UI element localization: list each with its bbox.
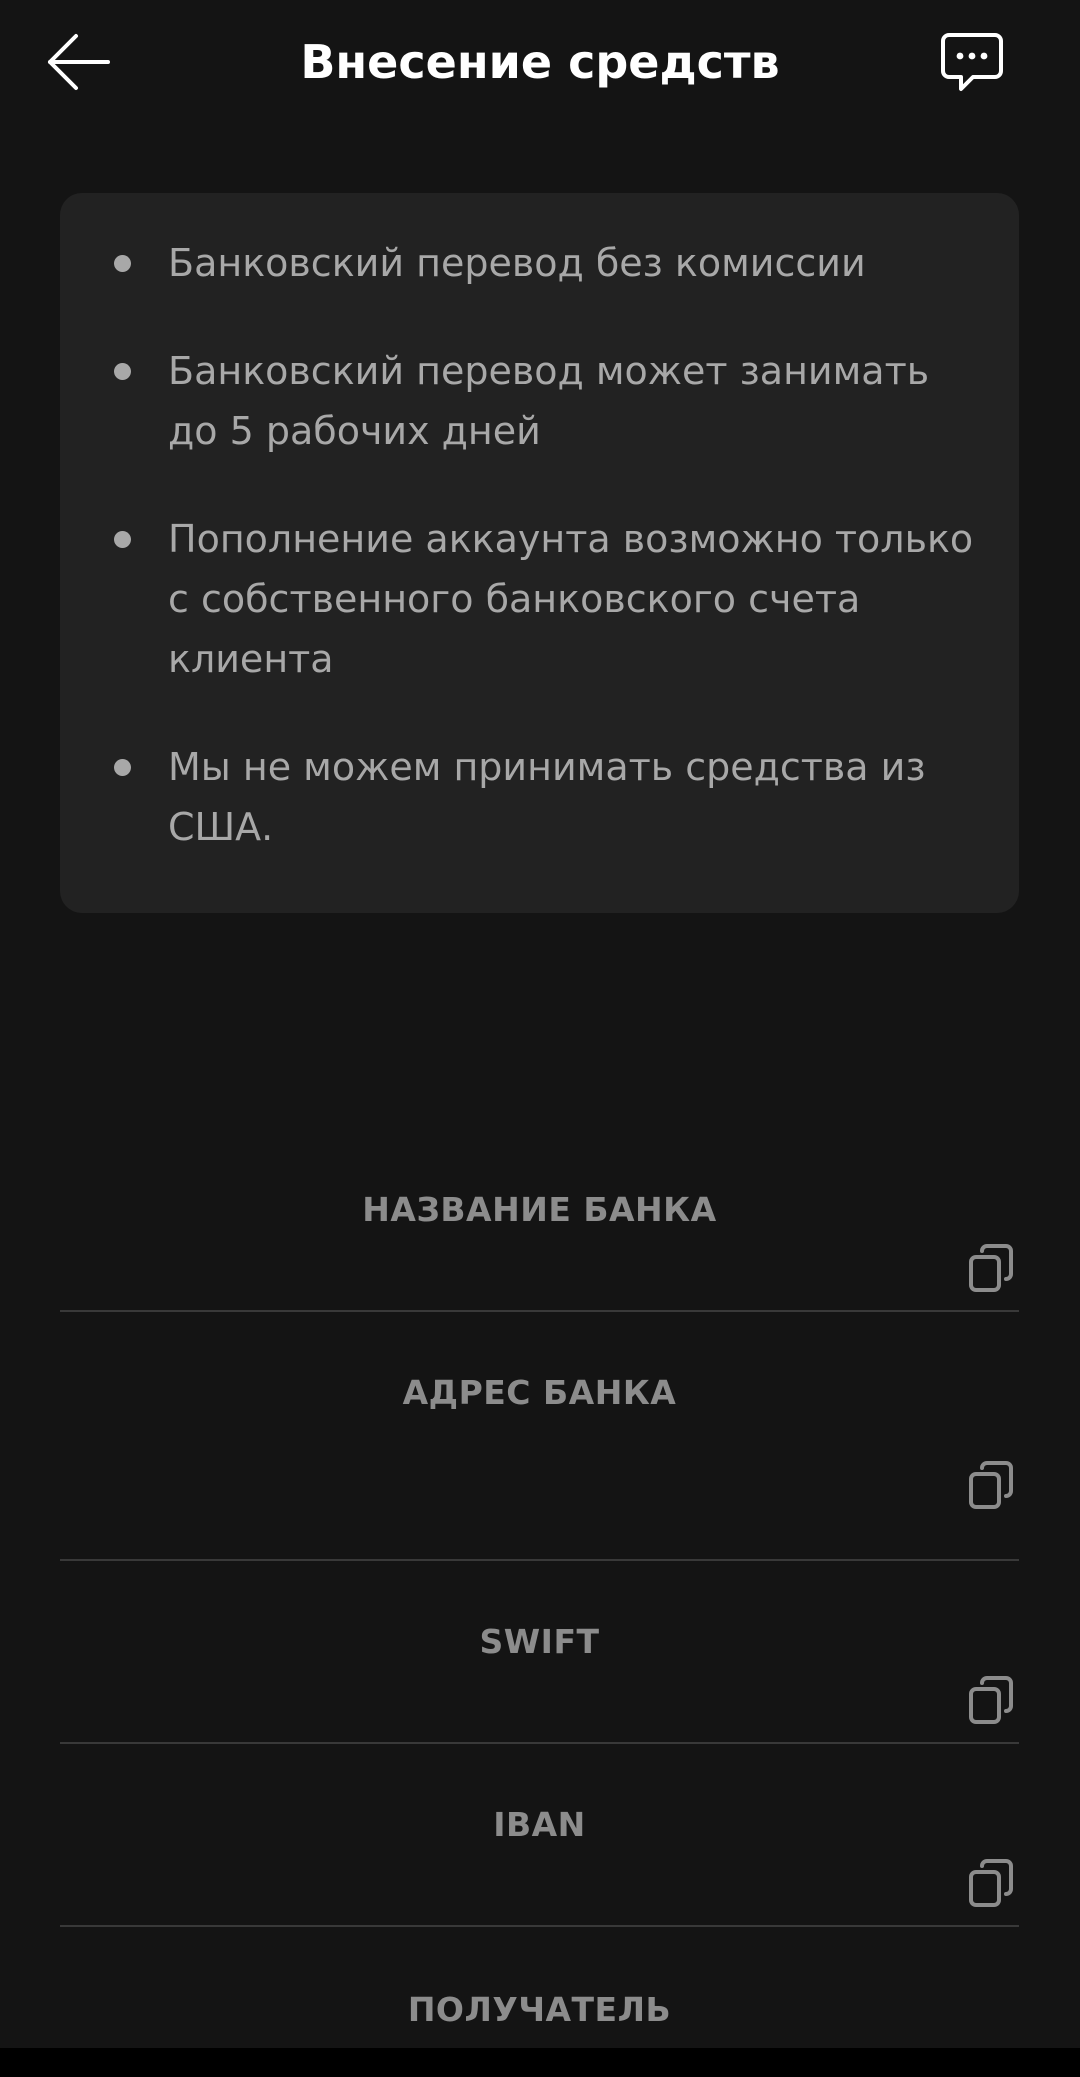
copy-bank-address-button[interactable] (963, 1457, 1019, 1513)
app-header: Внесение средств (0, 0, 1080, 124)
copy-iban-button[interactable] (963, 1855, 1019, 1911)
info-item-text: Банковский перевод может занимать до 5 р… (168, 349, 930, 453)
copy-icon (969, 1859, 1013, 1907)
info-item: Мы не можем принимать средства из США. (60, 737, 1019, 857)
info-card: Банковский перевод без комиссии Банковск… (60, 193, 1019, 913)
info-item: Банковский перевод может занимать до 5 р… (60, 341, 1019, 461)
bullet-dot (114, 255, 131, 272)
field-label-recipient: ПОЛУЧАТЕЛЬ (407, 1990, 672, 2029)
copy-bank-name-button[interactable] (963, 1240, 1019, 1296)
info-list: Банковский перевод без комиссии Банковск… (60, 233, 1019, 905)
bullet-dot (114, 759, 131, 776)
field-swift: SWIFT (60, 1620, 1019, 1744)
info-item: Пополнение аккаунта возможно только с со… (60, 509, 1019, 689)
field-bank-address: АДРЕС БАНКА (60, 1371, 1019, 1561)
deposit-screen: Внесение средств Банковский перевод без … (0, 0, 1080, 2048)
arrow-left-icon (48, 34, 110, 90)
page-title: Внесение средств (300, 35, 780, 89)
chat-dots-icon (941, 33, 1003, 91)
field-label-iban: IBAN (493, 1805, 586, 1844)
info-item-text: Пополнение аккаунта возможно только с со… (168, 517, 974, 681)
field-bank-name: НАЗВАНИЕ БАНКА (60, 1188, 1019, 1312)
bullet-dot (114, 531, 131, 548)
bullet-dot (114, 363, 131, 380)
back-button[interactable] (36, 24, 120, 100)
copy-icon (969, 1461, 1013, 1509)
support-chat-button[interactable] (930, 22, 1014, 102)
field-label-bank-name: НАЗВАНИЕ БАНКА (362, 1190, 717, 1229)
copy-swift-button[interactable] (963, 1672, 1019, 1728)
info-item-text: Мы не можем принимать средства из США. (168, 745, 926, 849)
field-label-swift: SWIFT (479, 1622, 600, 1661)
field-label-bank-address: АДРЕС БАНКА (402, 1373, 677, 1412)
info-item-text: Банковский перевод без комиссии (168, 241, 866, 285)
field-iban: IBAN (60, 1803, 1019, 1927)
info-item: Банковский перевод без комиссии (60, 233, 1019, 293)
copy-icon (969, 1676, 1013, 1724)
copy-icon (969, 1244, 1013, 1292)
